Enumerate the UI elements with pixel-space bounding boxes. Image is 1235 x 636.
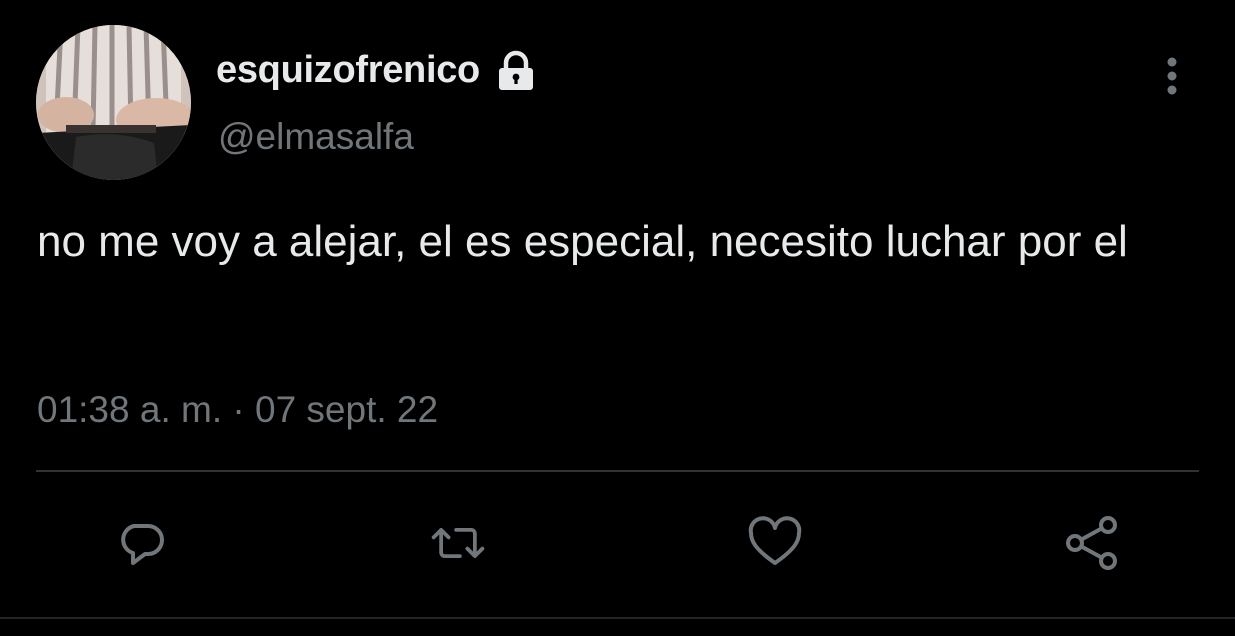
tweet-timestamp[interactable]: 01:38 a. m. · 07 sept. 22: [37, 391, 438, 428]
heart-icon: [748, 516, 802, 565]
avatar-image: [36, 25, 191, 180]
more-vertical-icon[interactable]: [1152, 52, 1192, 100]
like-button[interactable]: [745, 513, 805, 573]
author-name-row: esquizofrenico: [216, 44, 538, 96]
bottom-divider: [0, 617, 1235, 619]
lock-icon: [494, 50, 538, 94]
divider: [36, 470, 1199, 472]
tweet-detail: esquizofrenico @elmasalfa no me voy a al…: [0, 0, 1235, 636]
author-handle[interactable]: @elmasalfa: [218, 118, 414, 155]
retweet-button[interactable]: [428, 513, 488, 573]
avatar[interactable]: [36, 25, 191, 180]
reply-button[interactable]: [112, 513, 172, 573]
reply-icon: [121, 524, 164, 565]
share-button[interactable]: [1062, 513, 1122, 573]
display-name[interactable]: esquizofrenico: [216, 51, 480, 89]
share-icon: [1066, 516, 1117, 570]
retweet-icon: [431, 528, 485, 558]
tweet-text: no me voy a alejar, el es especial, nece…: [37, 217, 1128, 266]
